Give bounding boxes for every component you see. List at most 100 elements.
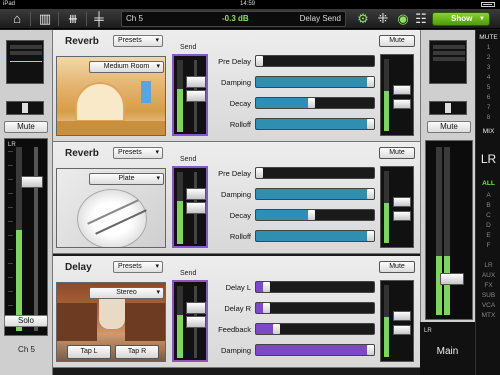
send-cap[interactable] xyxy=(186,302,206,314)
routing-icon[interactable]: ⁜ xyxy=(372,11,394,27)
sidebar-item[interactable]: 8 xyxy=(476,114,500,121)
sidebar-item[interactable]: LR xyxy=(476,262,500,269)
sidebar-item[interactable]: ALL xyxy=(476,180,500,187)
sidebar-item[interactable]: AUX xyxy=(476,272,500,279)
return-fader[interactable] xyxy=(380,54,414,136)
sidebar-item[interactable]: B xyxy=(476,202,500,209)
param-slider[interactable] xyxy=(255,302,375,314)
fx-mute-button[interactable]: Mute xyxy=(379,261,415,273)
fx-mute-button[interactable]: Mute xyxy=(379,35,415,47)
sidebar-item[interactable]: 7 xyxy=(476,104,500,111)
slider-handle[interactable] xyxy=(367,231,374,241)
channel-display[interactable]: Ch 5 -0.3 dB Delay Send xyxy=(121,11,346,27)
return-cap-lower[interactable] xyxy=(393,99,411,109)
main-balance[interactable] xyxy=(429,101,467,115)
show-button[interactable]: Show ▼ xyxy=(432,12,490,26)
sidebar-item[interactable]: MIX xyxy=(476,128,500,135)
send-cap-lower[interactable] xyxy=(186,316,206,328)
sidebar-item[interactable]: 4 xyxy=(476,74,500,81)
sidebar-item[interactable]: F xyxy=(476,242,500,249)
send-fader[interactable] xyxy=(172,166,208,248)
param-slider[interactable] xyxy=(255,281,375,293)
return-cap[interactable] xyxy=(393,197,411,207)
sidebar-item[interactable]: MUTE xyxy=(476,34,500,41)
main-mute-button[interactable]: Mute xyxy=(427,121,471,133)
param-slider[interactable] xyxy=(255,188,375,200)
fx-mute-button[interactable]: Mute xyxy=(379,147,415,159)
sidebar-item[interactable]: D xyxy=(476,222,500,229)
pan-control[interactable] xyxy=(6,101,44,115)
slider-handle[interactable] xyxy=(308,210,315,220)
sidebar-item[interactable]: E xyxy=(476,232,500,239)
param-slider[interactable] xyxy=(255,76,375,88)
param-slider[interactable] xyxy=(255,55,375,67)
preset-select[interactable]: Medium Room xyxy=(89,61,164,73)
sidebar-item[interactable]: SUB xyxy=(476,292,500,299)
main-fader[interactable] xyxy=(425,140,473,320)
presets-dropdown[interactable]: Presets xyxy=(113,147,163,159)
send-fader[interactable] xyxy=(172,54,208,136)
param-slider[interactable] xyxy=(255,344,375,356)
return-cap-lower[interactable] xyxy=(393,211,411,221)
solo-button[interactable]: Solo xyxy=(4,315,48,327)
main-fader-cap[interactable] xyxy=(440,273,464,285)
sidebar-item[interactable]: C xyxy=(476,212,500,219)
slider-handle[interactable] xyxy=(263,303,270,313)
sidebar-item[interactable]: 6 xyxy=(476,94,500,101)
return-fader[interactable] xyxy=(380,280,414,362)
mixer-icon[interactable]: ▥ xyxy=(34,11,56,27)
preset-select[interactable]: Stereo xyxy=(89,287,164,299)
return-cap[interactable] xyxy=(393,311,411,321)
channel-fader[interactable]: LR xyxy=(4,138,48,336)
fader-icon[interactable]: ╪ xyxy=(88,11,110,27)
sidebar-item[interactable]: 1 xyxy=(476,44,500,51)
slider-handle[interactable] xyxy=(256,168,263,178)
return-fader[interactable] xyxy=(380,166,414,248)
return-cap[interactable] xyxy=(393,85,411,95)
users-icon[interactable]: ☷ xyxy=(410,11,432,27)
param-slider[interactable] xyxy=(255,118,375,130)
slider-handle[interactable] xyxy=(367,119,374,129)
slider-handle[interactable] xyxy=(367,345,374,355)
home-icon[interactable]: ⌂ xyxy=(6,11,28,27)
sidebar-item[interactable]: VCA xyxy=(476,302,500,309)
sidebar-item[interactable]: LR xyxy=(476,152,500,166)
presets-dropdown[interactable]: Presets xyxy=(113,261,163,273)
sidebar-item[interactable]: 5 xyxy=(476,84,500,91)
pan-knob[interactable] xyxy=(22,103,28,113)
param-slider[interactable] xyxy=(255,209,375,221)
gear-icon[interactable]: ⚙ xyxy=(352,11,374,27)
tap-right-button[interactable]: Tap R xyxy=(115,345,159,359)
eq-thumbnail[interactable] xyxy=(6,40,44,84)
slider-handle[interactable] xyxy=(367,77,374,87)
presets-dropdown[interactable]: Presets xyxy=(113,35,163,47)
send-cap-lower[interactable] xyxy=(186,202,206,214)
send-cap[interactable] xyxy=(186,188,206,200)
sidebar-item[interactable]: 2 xyxy=(476,54,500,61)
main-bus-label[interactable]: LR Main xyxy=(420,322,475,375)
slider-handle[interactable] xyxy=(256,56,263,66)
sidebar-item[interactable]: A xyxy=(476,192,500,199)
param-slider[interactable] xyxy=(255,167,375,179)
preset-select[interactable]: Plate xyxy=(89,173,164,185)
param-slider[interactable] xyxy=(255,323,375,335)
slider-handle[interactable] xyxy=(263,282,270,292)
param-slider[interactable] xyxy=(255,230,375,242)
main-eq-thumbnail[interactable] xyxy=(429,40,467,84)
send-fader[interactable] xyxy=(172,280,208,362)
balance-knob[interactable] xyxy=(445,103,451,113)
param-slider[interactable] xyxy=(255,97,375,109)
send-cap[interactable] xyxy=(186,76,206,88)
return-cap-lower[interactable] xyxy=(393,325,411,335)
slider-handle[interactable] xyxy=(367,189,374,199)
mute-button[interactable]: Mute xyxy=(4,121,48,133)
fader-cap[interactable] xyxy=(21,176,43,188)
sidebar-item[interactable]: FX xyxy=(476,282,500,289)
send-cap-lower[interactable] xyxy=(186,90,206,102)
tap-left-button[interactable]: Tap L xyxy=(67,345,111,359)
sidebar-item[interactable]: MTX xyxy=(476,312,500,319)
slider-handle[interactable] xyxy=(273,324,280,334)
slider-handle[interactable] xyxy=(308,98,315,108)
eq-icon[interactable]: ⧻ xyxy=(62,11,84,27)
sidebar-item[interactable]: 3 xyxy=(476,64,500,71)
